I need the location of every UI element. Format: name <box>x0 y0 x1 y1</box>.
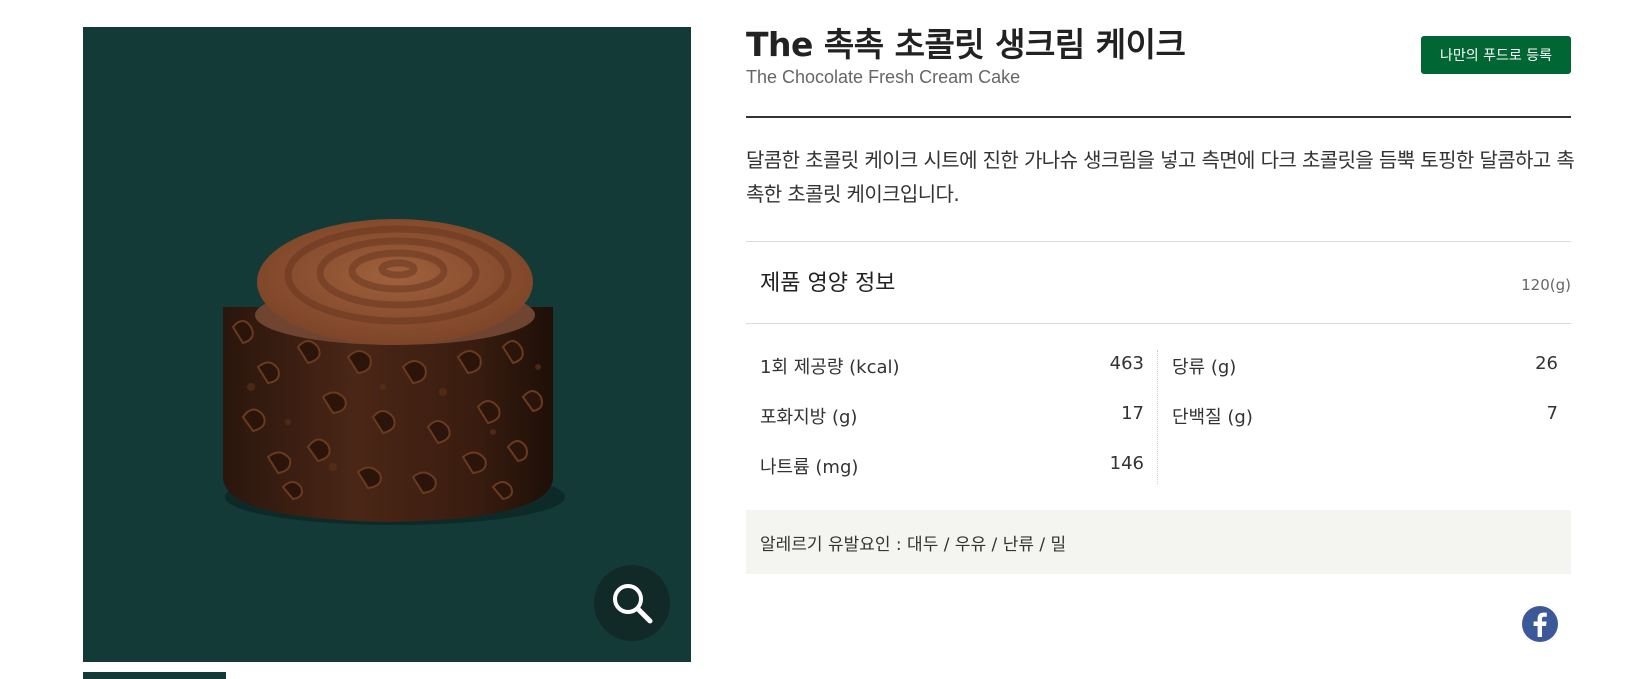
product-title: The 촉촉 초콜릿 생크림 케이크 <box>746 25 1186 64</box>
nutrition-label: 단백질 (g) <box>1172 407 1253 428</box>
search-icon <box>613 584 653 624</box>
thumbnail-strip[interactable] <box>83 672 226 679</box>
nutrition-label: 당류 (g) <box>1172 357 1237 378</box>
cake-illustration <box>223 219 565 525</box>
title-divider <box>746 116 1571 118</box>
facebook-icon <box>1533 612 1547 637</box>
zoom-button[interactable] <box>594 565 670 641</box>
allergy-box: 알레르기 유발요인 : 대두 / 우유 / 난류 / 밀 <box>746 510 1571 574</box>
nutrition-value: 7 <box>1546 403 1558 424</box>
nutrition-label: 포화지방 (g) <box>760 407 858 428</box>
nutrition-label: 1회 제공량 (kcal) <box>760 357 900 378</box>
nutrition-value: 463 <box>1109 353 1144 374</box>
product-subtitle: The Chocolate Fresh Cream Cake <box>746 67 1021 87</box>
nutrition-value: 146 <box>1109 453 1144 474</box>
nutrition-top-divider <box>746 241 1571 242</box>
facebook-share-button[interactable] <box>1522 606 1558 642</box>
nutrition-title: 제품 영양 정보 <box>760 271 896 296</box>
nutrition-column-divider <box>1157 350 1158 484</box>
product-image <box>83 27 691 662</box>
nutrition-header-divider <box>746 323 1571 324</box>
serving-size: 120(g) <box>1521 276 1571 294</box>
product-description: 달콤한 초콜릿 케이크 시트에 진한 가나슈 생크림을 넣고 측면에 다크 초콜… <box>746 148 1575 206</box>
nutrition-label: 나트륨 (mg) <box>760 457 859 478</box>
nutrition-value: 26 <box>1535 353 1558 374</box>
register-my-food-button[interactable]: 나만의 푸드로 등록 <box>1421 36 1571 74</box>
nutrition-value: 17 <box>1121 403 1144 424</box>
allergy-text: 알레르기 유발요인 : 대두 / 우유 / 난류 / 밀 <box>760 535 1067 555</box>
